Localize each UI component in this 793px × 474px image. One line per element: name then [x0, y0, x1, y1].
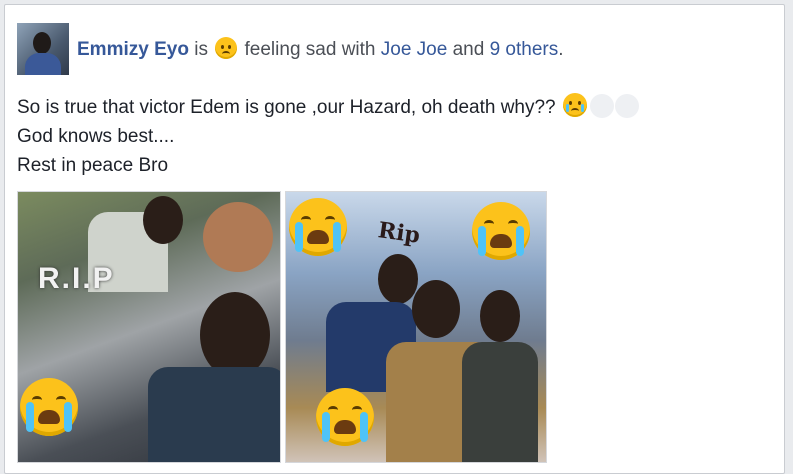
post-header-line: Emmizy Eyo is feeling sad with Joe Joe a… — [77, 36, 564, 62]
post-header: Emmizy Eyo is feeling sad with Joe Joe a… — [17, 23, 564, 75]
post-line-1-text: So is true that victor Edem is gone ,our… — [17, 97, 556, 118]
photo-figure — [148, 367, 280, 462]
post-line-3: Rest in peace Bro — [17, 155, 169, 176]
post-body: So is true that victor Edem is gone ,our… — [17, 93, 639, 180]
post-photo-2[interactable]: Rip — [285, 191, 547, 463]
photo-figure — [462, 342, 538, 462]
placeholder-emoji-icon — [614, 94, 639, 118]
photo-overlay-text: R.I.P — [38, 262, 115, 295]
photo-figure — [200, 292, 270, 378]
photo-overlay-text: Rip — [376, 217, 422, 249]
photo-figure — [412, 280, 460, 338]
photo-figure — [143, 196, 183, 244]
loudly-crying-face-icon — [472, 202, 530, 260]
loudly-crying-face-icon — [20, 378, 78, 436]
photo-figure — [378, 254, 418, 304]
loudly-crying-face-icon — [316, 388, 374, 446]
avatar[interactable] — [17, 23, 69, 75]
photo-hand — [203, 202, 273, 272]
author-name-link[interactable]: Emmizy Eyo — [77, 39, 189, 60]
is-word: is — [194, 38, 208, 60]
photo-figure — [480, 290, 520, 342]
post-line-2: God knows best.... — [17, 126, 175, 147]
period: . — [558, 38, 564, 60]
crying-face-icon — [562, 93, 587, 117]
tagged-friend-link[interactable]: Joe Joe — [381, 39, 448, 60]
sad-face-icon — [215, 36, 238, 59]
others-link[interactable]: 9 others — [490, 39, 559, 60]
post-line-1: So is true that victor Edem is gone ,our… — [17, 93, 639, 122]
and-word: and — [452, 38, 485, 60]
post-photo-1[interactable]: R.I.P — [17, 191, 281, 463]
loudly-crying-face-icon — [289, 198, 347, 256]
placeholder-emoji-icon — [589, 94, 614, 118]
feeling-text: feeling sad with — [244, 38, 376, 60]
post-card: Emmizy Eyo is feeling sad with Joe Joe a… — [4, 4, 785, 474]
